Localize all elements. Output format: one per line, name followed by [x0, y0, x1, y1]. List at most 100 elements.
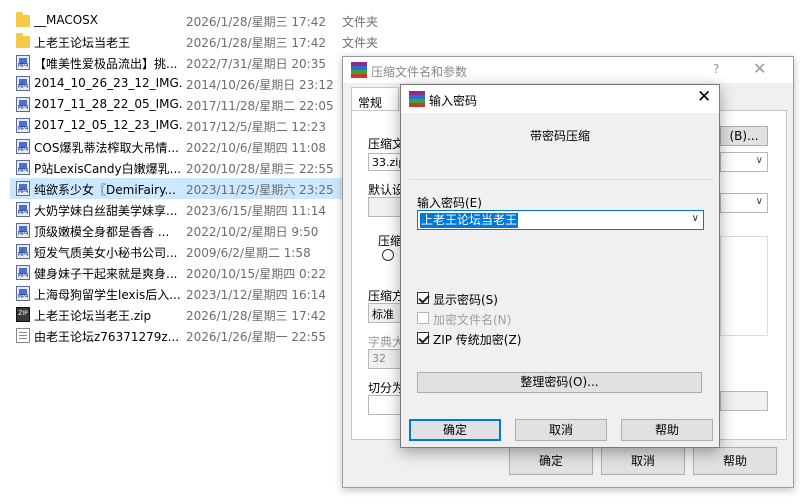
archive-format-label: 压缩 — [378, 234, 403, 248]
file-row[interactable]: 顶级嫩模全身都是香香 ... 2022/10/2/星期日 9:50 — [10, 220, 390, 241]
set-password-button[interactable] — [720, 391, 768, 411]
video-icon — [16, 160, 30, 175]
video-icon — [16, 76, 30, 91]
password-cancel-button[interactable]: 取消 — [515, 419, 607, 441]
file-name: 2017_12_05_12_23_IMG... — [34, 118, 184, 132]
file-date: 2014/10/26/星期日 23:12 — [186, 78, 334, 92]
file-row[interactable]: 【唯美性爱极品流出】挑... 2022/7/31/星期日 20:35 — [10, 52, 390, 73]
file-name: 2017_11_28_22_05_IMG... — [34, 97, 184, 111]
zip-legacy-encryption-label: ZIP 传统加密(Z) — [433, 333, 522, 347]
encrypt-file-names-label: 加密文件名(N) — [433, 313, 512, 327]
file-row[interactable]: 纯欲系少女〖DemiFairy... 2023/11/25/星期六 23:25 — [10, 178, 390, 199]
video-icon — [16, 55, 30, 70]
default-profile-label: 默认设 — [368, 183, 405, 197]
file-date: 2026/1/26/星期一 22:55 — [186, 330, 326, 344]
close-icon[interactable]: ✕ — [753, 59, 766, 78]
compression-method-label: 压缩方 — [368, 289, 405, 303]
password-ok-button[interactable]: 确定 — [409, 419, 501, 441]
file-name: 健身妹子干起来就是爽身... — [34, 267, 178, 281]
file-date: 2023/1/12/星期四 16:14 — [186, 288, 326, 302]
file-name: 顶级嫩模全身都是香香 ... — [34, 225, 170, 239]
folder-icon — [16, 33, 30, 48]
archive-name-dropdown[interactable]: ∨ — [720, 152, 768, 172]
archive-cancel-button[interactable]: 取消 — [601, 447, 685, 475]
file-row[interactable]: 2014_10_26_23_12_IMG...2014/10/26/星期日 23… — [10, 73, 390, 94]
archive-dialog-titlebar[interactable]: 压缩文件名和参数 ? ✕ — [343, 57, 793, 83]
password-dialog-title: 输入密码 — [429, 94, 478, 108]
file-row[interactable]: __MACOSX 2026/1/28/星期三 17:42 文件夹 — [10, 10, 390, 31]
file-name: 短发气质美女小秘书公司... — [34, 246, 178, 260]
file-date: 2023/6/15/星期四 11:14 — [186, 204, 326, 218]
file-row[interactable]: 上海母狗留学生lexis后入... 2023/1/12/星期四 16:14 — [10, 283, 390, 304]
file-row[interactable]: 健身妹子干起来就是爽身... 2020/10/15/星期四 0:22 — [10, 262, 390, 283]
file-date: 2022/10/2/星期日 9:50 — [186, 225, 319, 239]
file-row[interactable]: COS爆乳蒂法榨取大吊情... 2022/10/6/星期四 11:08 — [10, 136, 390, 157]
zip-icon — [16, 307, 30, 322]
video-icon — [16, 223, 30, 238]
chevron-down-icon: ∨ — [755, 196, 763, 207]
archive-ok-button[interactable]: 确定 — [509, 447, 593, 475]
video-icon — [16, 97, 30, 112]
password-input[interactable]: 上老王论坛当老王 ∨ — [417, 210, 704, 230]
video-icon — [16, 118, 30, 133]
video-icon — [16, 286, 30, 301]
file-date: 2020/10/28/星期三 22:55 — [186, 162, 334, 176]
password-label: 输入密码(E) — [417, 196, 482, 210]
file-name: P站LexisCandy白嫩爆乳... — [34, 162, 182, 176]
winrar-icon — [409, 91, 425, 107]
file-row[interactable]: 上老王论坛当老王 2026/1/28/星期三 17:42 文件夹 — [10, 31, 390, 52]
checkbox-unchecked-icon — [417, 312, 429, 324]
password-help-button[interactable]: 帮助 — [621, 419, 713, 441]
file-row[interactable]: 2017_11_28_22_05_IMG...2017/11/28/星期二 22… — [10, 94, 390, 115]
file-name: 上老王论坛当老王 — [34, 36, 131, 50]
file-name: __MACOSX — [34, 13, 99, 27]
chevron-down-icon[interactable]: ∨ — [692, 213, 699, 224]
password-dialog: 输入密码 ✕ 带密码压缩 输入密码(E) 上老王论坛当老王 ∨ 显示密码(S) … — [400, 84, 720, 448]
file-row[interactable]: 由老王论坛z76371279z... 2026/1/26/星期一 22:55 — [10, 325, 390, 346]
options-group — [720, 236, 768, 336]
file-name: 由老王论坛z76371279z... — [34, 330, 180, 344]
folder-icon — [16, 12, 30, 27]
password-dialog-titlebar[interactable]: 输入密码 ✕ — [401, 85, 719, 113]
file-type: 文件夹 — [342, 15, 379, 29]
tab-general[interactable]: 常规 — [351, 87, 399, 111]
file-row[interactable]: 2017_12_05_12_23_IMG...2017/12/5/星期二 12:… — [10, 115, 390, 136]
checkbox-checked-icon — [417, 332, 429, 344]
winrar-icon — [351, 62, 367, 78]
help-icon[interactable]: ? — [713, 62, 719, 76]
file-row[interactable]: 上老王论坛当老王.zip 2026/1/28/星期三 17:42 — [10, 304, 390, 325]
file-name: 大奶学妹白丝甜美学妹享... — [34, 204, 178, 218]
video-icon — [16, 265, 30, 280]
archive-name-label: 压缩文 — [368, 137, 405, 151]
split-volumes-label: 切分为 — [368, 381, 405, 395]
password-heading: 带密码压缩 — [529, 129, 590, 143]
video-icon — [16, 139, 30, 154]
file-row[interactable]: P站LexisCandy白嫩爆乳... 2020/10/28/星期三 22:55 — [10, 157, 390, 178]
file-name: 纯欲系少女〖DemiFairy... — [34, 183, 176, 197]
file-row[interactable]: 大奶学妹白丝甜美学妹享... 2023/6/15/星期四 11:14 — [10, 199, 390, 220]
organize-passwords-button[interactable]: 整理密码(O)... — [417, 372, 702, 393]
file-date: 2009/6/2/星期二 1:58 — [186, 246, 311, 260]
file-date: 2026/1/28/星期三 17:42 — [186, 36, 326, 50]
password-value: 上老王论坛当老王 — [420, 213, 519, 228]
video-icon — [16, 181, 30, 196]
file-date: 2023/11/25/星期六 23:25 — [186, 183, 334, 197]
dictionary-size-label: 字典大 — [368, 335, 405, 349]
file-date: 2017/11/28/星期二 22:05 — [186, 99, 334, 113]
close-icon[interactable]: ✕ — [697, 88, 711, 106]
checkbox-checked-icon — [417, 292, 429, 304]
browse-button[interactable]: (B)... — [720, 126, 768, 146]
file-name: 上海母狗留学生lexis后入... — [34, 288, 181, 302]
video-icon — [16, 202, 30, 217]
file-date: 2020/10/15/星期四 0:22 — [186, 267, 326, 281]
format-radio[interactable] — [382, 249, 394, 261]
file-name: 【唯美性爱极品流出】挑... — [34, 57, 178, 71]
show-password-label: 显示密码(S) — [433, 293, 498, 307]
archive-dialog-title: 压缩文件名和参数 — [371, 65, 468, 79]
file-row[interactable]: 短发气质美女小秘书公司... 2009/6/2/星期二 1:58 — [10, 241, 390, 262]
file-name: 2014_10_26_23_12_IMG... — [34, 76, 184, 90]
doc-icon — [16, 328, 30, 343]
file-date: 2026/1/28/星期三 17:42 — [186, 15, 326, 29]
update-mode-dropdown[interactable]: ∨ — [720, 193, 768, 213]
archive-help-button[interactable]: 帮助 — [693, 447, 777, 475]
